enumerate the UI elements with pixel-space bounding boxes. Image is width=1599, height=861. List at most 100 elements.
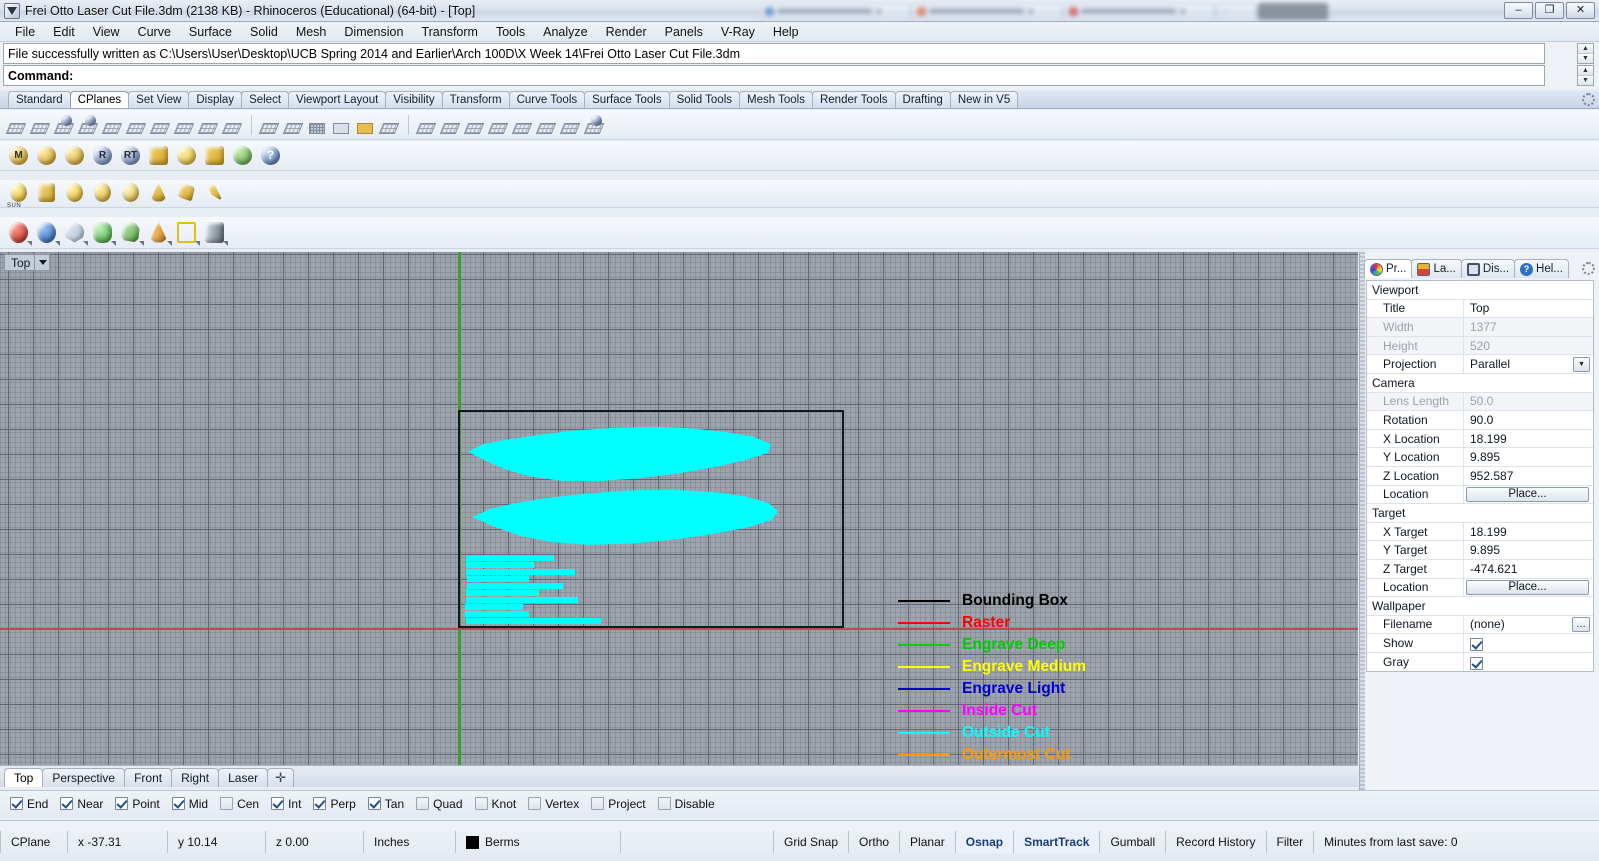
- linear-light-icon[interactable]: [202, 181, 228, 207]
- property-value[interactable]: 18.199: [1464, 523, 1593, 541]
- material-label-icon[interactable]: [62, 143, 88, 169]
- checkbox-icon[interactable]: [115, 797, 129, 810]
- scroll-up-icon[interactable]: ▲: [1578, 44, 1593, 54]
- checkbox-icon[interactable]: [1470, 656, 1483, 670]
- cplane-top-icon[interactable]: [463, 114, 486, 136]
- layers-flat-icon[interactable]: [146, 143, 172, 169]
- property-value[interactable]: Place...: [1464, 579, 1593, 597]
- toolbar-tab-curve-tools[interactable]: Curve Tools: [508, 91, 586, 108]
- scroll-down-icon[interactable]: ▼: [1578, 54, 1593, 63]
- panel-tab-display[interactable]: Dis...: [1460, 259, 1516, 278]
- osnap-vertex[interactable]: Vertex: [528, 797, 579, 811]
- scroll-up-icon[interactable]: ▲: [1578, 66, 1593, 76]
- control-points-icon[interactable]: [174, 220, 200, 246]
- chevron-down-icon[interactable]: ▼: [1573, 357, 1590, 373]
- polysurface-icon[interactable]: [62, 220, 88, 246]
- material-tag-icon[interactable]: [34, 143, 60, 169]
- property-value[interactable]: 18.199: [1464, 430, 1593, 448]
- status-units[interactable]: Inches: [364, 831, 456, 853]
- toolbar-tab-surface-tools[interactable]: Surface Tools: [584, 91, 670, 108]
- browse-button[interactable]: …: [1572, 617, 1590, 633]
- cplane-curve-icon[interactable]: [197, 114, 220, 136]
- toolbar-tab-display[interactable]: Display: [188, 91, 243, 108]
- geometry-strip[interactable]: [466, 562, 534, 568]
- status-y-coord[interactable]: y 10.14: [168, 831, 266, 853]
- sphere-light-icon[interactable]: [62, 181, 88, 207]
- menu-item-transform[interactable]: Transform: [412, 23, 487, 41]
- geometry-strip[interactable]: [466, 590, 539, 596]
- checkbox-icon[interactable]: [528, 797, 542, 810]
- panel-tab-color-wheel[interactable]: Pr...: [1364, 259, 1413, 278]
- menu-item-analyze[interactable]: Analyze: [534, 23, 596, 41]
- property-value[interactable]: 952.587: [1464, 467, 1593, 485]
- checkbox-icon[interactable]: [1470, 637, 1483, 651]
- add-viewport-tab-button[interactable]: ✛: [267, 768, 295, 787]
- panel-tab-layers[interactable]: La...: [1411, 259, 1462, 278]
- panel-tab-help[interactable]: ? Hel...: [1514, 259, 1569, 278]
- extrude-icon[interactable]: [90, 220, 116, 246]
- status-toggle-gumball[interactable]: Gumball: [1100, 831, 1167, 853]
- checkbox-icon[interactable]: [313, 797, 327, 810]
- status-cplane[interactable]: CPlane: [0, 831, 68, 853]
- checkbox-icon[interactable]: [474, 797, 488, 810]
- geometry-strip[interactable]: [466, 569, 575, 575]
- osnap-disable[interactable]: Disable: [657, 797, 715, 811]
- viewport-tab-right[interactable]: Right: [171, 768, 220, 787]
- cplane-world-icon[interactable]: [439, 114, 462, 136]
- window-controls[interactable]: – ❐ ✕: [1504, 2, 1595, 19]
- rectangular-light-icon[interactable]: [174, 181, 200, 207]
- scroll-down-icon[interactable]: ▼: [1578, 76, 1593, 85]
- menu-item-v-ray[interactable]: V-Ray: [712, 23, 764, 41]
- menu-item-view[interactable]: View: [84, 23, 129, 41]
- status-toggle-filter[interactable]: Filter: [1267, 831, 1315, 853]
- property-value[interactable]: [1464, 653, 1593, 672]
- geometry-strip[interactable]: [466, 597, 578, 603]
- checkbox-icon[interactable]: [60, 797, 74, 810]
- cplane-next-icon[interactable]: [282, 114, 305, 136]
- checkbox-icon[interactable]: [271, 797, 285, 810]
- toolbar-tab-render-tools[interactable]: Render Tools: [811, 91, 896, 108]
- flyout-arrow-icon[interactable]: [139, 240, 144, 246]
- status-toggle-ortho[interactable]: Ortho: [849, 831, 901, 853]
- status-x-coord[interactable]: x -37.31: [68, 831, 168, 853]
- export-cplane-icon[interactable]: [378, 114, 401, 136]
- flyout-arrow-icon[interactable]: [27, 240, 32, 246]
- osnap-perp[interactable]: Perp: [313, 797, 356, 811]
- menu-item-render[interactable]: Render: [597, 23, 656, 41]
- osnap-project[interactable]: Project: [591, 797, 646, 811]
- viewport-top[interactable]: Bounding Box Raster Engrave Deep Engrave Me…: [0, 252, 1358, 765]
- material-icon[interactable]: M: [6, 143, 32, 169]
- command-prompt-scrollbar[interactable]: ▲ ▼: [1577, 65, 1594, 86]
- environment-icon[interactable]: [230, 143, 256, 169]
- flyout-arrow-icon[interactable]: [111, 240, 116, 246]
- spot-light-icon[interactable]: [146, 181, 172, 207]
- toolbar-tab-new-in-v5[interactable]: New in V5: [949, 91, 1019, 108]
- cplane-object-icon[interactable]: [53, 114, 76, 136]
- panel-scrollbar[interactable]: [1360, 252, 1365, 790]
- geometry-strip[interactable]: [467, 583, 563, 589]
- help-icon[interactable]: ?: [258, 143, 284, 169]
- gear-icon[interactable]: [1582, 93, 1595, 106]
- checkbox-icon[interactable]: [10, 797, 23, 810]
- property-value[interactable]: Parallel ▼: [1464, 355, 1593, 373]
- geometry-strip[interactable]: [465, 611, 529, 617]
- viewport-tab-perspective[interactable]: Perspective: [42, 768, 126, 787]
- flyout-arrow-icon[interactable]: [167, 240, 172, 246]
- viewport-tab-front[interactable]: Front: [124, 768, 173, 787]
- status-toggle-grid-snap[interactable]: Grid Snap: [774, 831, 850, 853]
- cone-icon[interactable]: [146, 220, 172, 246]
- property-value[interactable]: [1464, 634, 1593, 652]
- viewport-tab-laser[interactable]: Laser: [218, 768, 269, 787]
- named-cplane-icon[interactable]: [307, 114, 329, 136]
- checkbox-icon[interactable]: [171, 797, 185, 810]
- render-rt-icon[interactable]: RT: [118, 143, 144, 169]
- property-value[interactable]: -474.621: [1464, 560, 1593, 578]
- chevron-down-icon[interactable]: [39, 260, 48, 265]
- blue-sphere-icon[interactable]: [34, 220, 60, 246]
- pipe-icon[interactable]: [202, 220, 228, 246]
- point-light-icon[interactable]: [90, 181, 116, 207]
- ground-plane-icon[interactable]: [202, 143, 228, 169]
- toolbar-tab-standard[interactable]: Standard: [8, 91, 71, 108]
- toolbar-tab-set-view[interactable]: Set View: [128, 91, 190, 108]
- status-current-layer[interactable]: Berms: [456, 831, 621, 853]
